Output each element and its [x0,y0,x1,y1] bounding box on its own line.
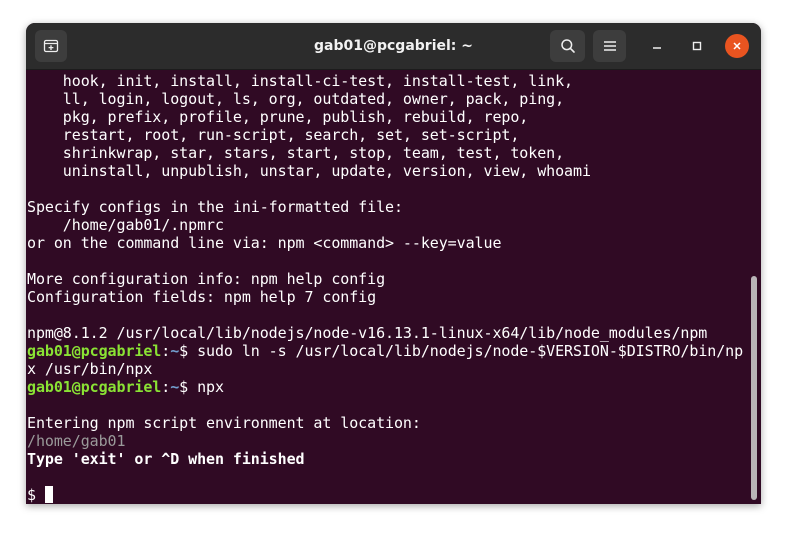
output-line: hook, init, install, install-ci-test, in… [27,72,573,90]
prompt-user: gab01@pcgabriel [27,342,162,360]
output-line: Entering npm script environment at locat… [27,414,421,432]
prompt-path: ~ [170,342,180,360]
terminal-window: gab01@pcgabriel: ~ hook, init, install, … [26,23,761,504]
prompt-dollar: $ [179,342,198,360]
output-line: More configuration info: npm help config [27,270,386,288]
title-bar[interactable]: gab01@pcgabriel: ~ [26,23,761,70]
terminal-output[interactable]: hook, init, install, install-ci-test, in… [26,70,761,504]
prompt-path: ~ [170,378,180,396]
command-text: npx [197,378,224,396]
exit-hint-line: Type 'exit' or ^D when finished [27,450,305,468]
prompt-separator: : [161,342,171,360]
output-line: or on the command line via: npm <command… [27,234,502,252]
output-line: Specify configs in the ini-formatted fil… [27,198,403,216]
output-line: uninstall, unpublish, unstar, update, ve… [27,162,591,180]
scrollbar-thumb[interactable] [751,276,757,500]
prompt-separator: : [161,378,171,396]
search-icon [560,39,575,53]
menu-button[interactable] [593,30,626,62]
command-text: sudo ln -s /usr/local/lib/nodejs/node-$V… [197,342,744,360]
output-line: shrinkwrap, star, stars, start, stop, te… [27,144,565,162]
command-wrap-line: x /usr/bin/npx [27,360,153,378]
output-line: Configuration fields: npm help 7 config [27,288,377,306]
close-icon [733,42,741,50]
command-line: gab01@pcgabriel:~$ npx [27,378,224,396]
minimize-button[interactable] [645,34,669,58]
prompt-user: gab01@pcgabriel [27,378,162,396]
output-line: /home/gab01/.npmrc [27,216,224,234]
minimize-icon [653,47,661,49]
maximize-icon [692,41,702,51]
hamburger-menu-icon [603,41,616,51]
output-line: ll, login, logout, ls, org, outdated, ow… [27,90,565,108]
output-line: pkg, prefix, profile, prune, publish, re… [27,108,529,126]
close-button[interactable] [725,34,749,58]
maximize-button[interactable] [685,34,709,58]
search-button[interactable] [550,30,585,62]
shell-prompt-line: $ [27,486,53,504]
output-line: restart, root, run-script, search, set, … [27,126,520,144]
command-line: gab01@pcgabriel:~$ sudo ln -s /usr/local… [27,342,743,360]
prompt-dollar: $ [179,378,198,396]
text-cursor [44,486,53,503]
prompt-dollar: $ [27,486,45,504]
env-path-line: /home/gab01 [27,432,126,450]
output-line: npm@8.1.2 /usr/local/lib/nodejs/node-v16… [27,324,708,342]
